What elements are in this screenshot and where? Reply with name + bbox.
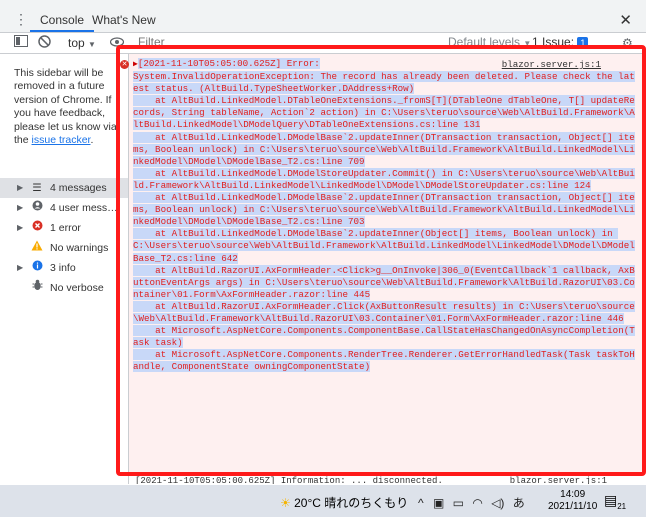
wifi-icon[interactable]: ◠ xyxy=(472,496,482,510)
user-icon xyxy=(30,198,44,218)
sidebar-item-warnings[interactable]: No warnings xyxy=(0,238,128,258)
sidebar-item-verbose[interactable]: No verbose xyxy=(0,278,128,298)
list-icon: ☰ xyxy=(32,182,42,194)
sidebar-filter-list: ▶ ☰ 4 messages ▶ 4 user mess… ▶ 1 error … xyxy=(0,178,128,298)
sidebar-item-label: 1 error xyxy=(50,222,81,234)
sidebar-item-label: No verbose xyxy=(50,282,104,294)
next-console-entry[interactable]: [2021-11-10T05:05:00.625Z] Information: … xyxy=(129,476,646,484)
issues-button[interactable]: 1 Issue: 1 xyxy=(532,35,589,49)
filter-field[interactable] xyxy=(136,34,436,52)
context-label: top xyxy=(68,36,85,50)
window-top-strip xyxy=(0,0,646,8)
expand-arrow-icon: ▶ xyxy=(17,263,24,272)
clock-date: 2021/11/10 xyxy=(548,501,598,512)
note-end: . xyxy=(90,134,94,147)
sidebar-item-errors[interactable]: ▶ 1 error xyxy=(0,218,128,238)
ime-indicator[interactable]: あ xyxy=(513,496,525,510)
clear-console-icon[interactable] xyxy=(38,35,51,52)
sidebar-item-label: No warnings xyxy=(50,242,109,254)
volume-icon[interactable]: ◁) xyxy=(491,496,504,510)
sidebar-item-user-messages[interactable]: ▶ 4 user mess… xyxy=(0,198,128,218)
filter-input[interactable] xyxy=(136,34,260,50)
weather-widget[interactable]: ☀ 20°C 晴れのちくもり xyxy=(280,494,408,511)
sidebar-item-info[interactable]: ▶ 3 info xyxy=(0,258,128,278)
sidebar-item-label: 4 messages xyxy=(50,182,107,194)
issue-badge: 1 xyxy=(577,37,589,49)
clock-time: 14:09 xyxy=(560,489,586,500)
tray-app-icon[interactable]: ▣ xyxy=(433,496,444,510)
console-messages: blazor.server.js:1 ▶[2021-11-10T05:05:00… xyxy=(129,54,646,484)
console-sidebar: This sidebar will be removed in a future… xyxy=(0,54,129,484)
next-entry-source-link[interactable]: blazor.server.js:1 xyxy=(510,476,607,484)
bug-icon xyxy=(30,278,44,298)
next-entry-text: [2021-11-10T05:05:00.625Z] Information: … xyxy=(135,476,443,484)
weather-sun-icon: ☀ xyxy=(280,496,291,510)
chevron-down-icon: ▼ xyxy=(523,39,532,48)
error-badge-icon: ✕ xyxy=(120,60,129,69)
sidebar-item-messages[interactable]: ▶ ☰ 4 messages xyxy=(0,178,128,198)
levels-label: Default levels xyxy=(448,35,521,49)
warning-icon xyxy=(30,238,44,258)
sidebar-deprecation-note: This sidebar will be removed in a future… xyxy=(14,67,122,147)
error-text: ▶[2021-11-10T05:05:00.625Z] Error: Syste… xyxy=(133,58,639,373)
sidebar-toggle-icon[interactable] xyxy=(14,35,28,51)
settings-gear-icon[interactable]: ⚙ xyxy=(622,35,633,51)
taskbar-clock[interactable]: 14:09 2021/11/10 xyxy=(548,489,597,513)
system-tray: ^ ▣ ▭ ◠ ◁) あ xyxy=(418,494,525,511)
info-icon xyxy=(30,258,44,278)
notification-count: 21 xyxy=(617,501,627,511)
console-toolbar: top ▼ Default levels ▼ 1 Issue: 1 ⚙ xyxy=(0,33,646,54)
windows-taskbar: ☀ 20°C 晴れのちくもり ^ ▣ ▭ ◠ ◁) あ 14:09 2021/1… xyxy=(0,485,646,517)
chevron-down-icon: ▼ xyxy=(88,40,96,49)
sidebar-item-label: 3 info xyxy=(50,262,76,274)
sidebar-item-label: 4 user mess… xyxy=(50,202,118,214)
tray-expand-icon[interactable]: ^ xyxy=(418,496,424,510)
tray-network-icon[interactable]: ▭ xyxy=(453,496,464,510)
devtools-tabbar: ⋮ Console What's New ✕ xyxy=(0,8,646,33)
issue-tracker-link[interactable]: issue tracker xyxy=(32,134,91,146)
eye-icon[interactable] xyxy=(109,35,125,51)
error-stack-trace: System.InvalidOperationException: The re… xyxy=(133,71,635,373)
error-icon xyxy=(30,218,44,238)
close-drawer-icon[interactable]: ✕ xyxy=(619,11,632,29)
more-options-icon[interactable]: ⋮ xyxy=(14,12,28,26)
expand-arrow-icon: ▶ xyxy=(17,223,24,232)
issue-label: 1 Issue: xyxy=(532,35,575,49)
expand-arrow-icon: ▶ xyxy=(17,203,24,212)
weather-text: 20°C 晴れのちくもり xyxy=(294,496,409,510)
tab-whats-new[interactable]: What's New xyxy=(82,8,166,32)
error-message-entry[interactable]: blazor.server.js:1 ▶[2021-11-10T05:05:00… xyxy=(129,54,646,474)
notification-center-icon[interactable]: ▤21 xyxy=(604,492,626,511)
log-levels-select[interactable]: Default levels ▼ xyxy=(448,35,531,49)
expand-arrow-icon: ▶ xyxy=(17,183,24,192)
error-first-line: [2021-11-10T05:05:00.625Z] Error: xyxy=(137,58,320,69)
context-select[interactable]: top ▼ xyxy=(68,35,96,53)
